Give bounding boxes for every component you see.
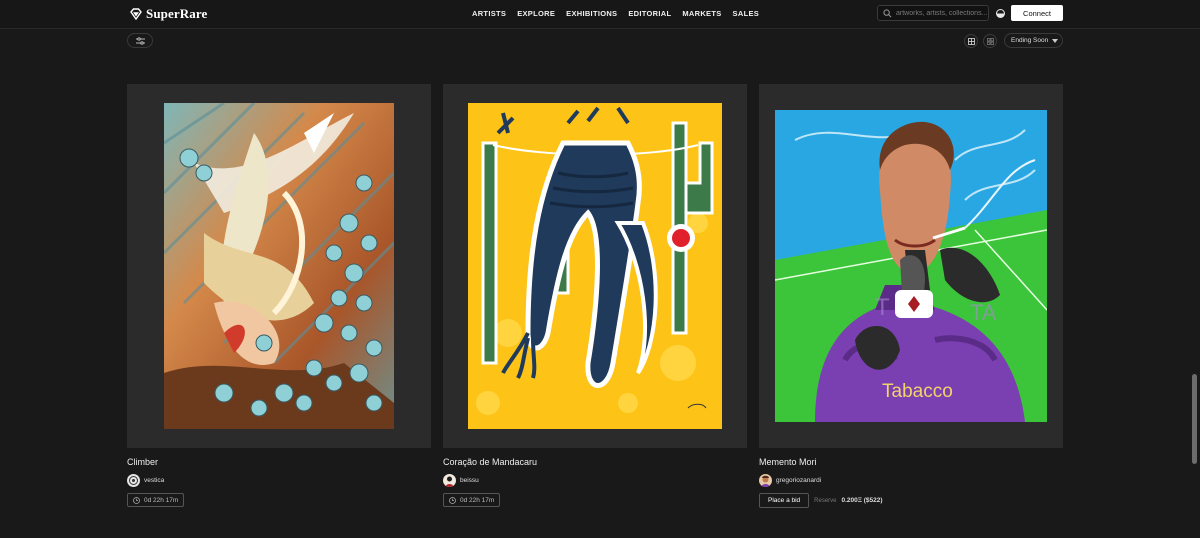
scrollbar-thumb[interactable] <box>1192 374 1197 464</box>
top-navigation-bar: SuperRare ARTISTS EXPLORE EXHIBITIONS ED… <box>0 0 1200 29</box>
art-caption: Tabacco <box>882 381 953 402</box>
masonry-view-button[interactable] <box>983 34 997 48</box>
search-input[interactable] <box>896 9 988 17</box>
artwork-frame[interactable]: T TA Tabacco <box>759 84 1063 448</box>
nav-explore[interactable]: EXPLORE <box>517 9 555 18</box>
main-nav: ARTISTS EXPLORE EXHIBITIONS EDITORIAL MA… <box>472 9 759 18</box>
nav-editorial[interactable]: EDITORIAL <box>628 9 671 18</box>
svg-text:TA: TA <box>970 300 997 325</box>
connect-button[interactable]: Connect <box>1011 5 1063 21</box>
timer-text: 0d 22h 17m <box>144 496 179 504</box>
sort-label: Ending Soon <box>1011 37 1049 44</box>
search-box[interactable] <box>877 5 989 21</box>
reserve-label: Reserve <box>814 497 837 504</box>
memento-mori-illustration: T TA Tabacco <box>775 110 1047 422</box>
nav-markets[interactable]: MARKETS <box>682 9 721 18</box>
nav-exhibitions[interactable]: EXHIBITIONS <box>566 9 617 18</box>
avatar <box>127 474 140 487</box>
artwork-title[interactable]: Memento Mori <box>759 457 1063 467</box>
artwork-image-memento-mori: T TA Tabacco <box>775 110 1047 422</box>
artwork-frame[interactable] <box>443 84 747 448</box>
logo-text: SuperRare <box>146 6 208 21</box>
search-icon <box>883 8 892 17</box>
bid-row: Place a bid Reserve 0.200Ξ ($522) <box>759 493 1063 508</box>
diamond-logo-icon <box>130 8 142 20</box>
artwork-title[interactable]: Climber <box>127 457 431 467</box>
clock-icon <box>133 496 140 504</box>
timer-text: 0d 22h 17m <box>460 496 495 504</box>
avatar <box>443 474 456 487</box>
grid-icon <box>967 37 975 45</box>
auction-timer: 0d 22h 17m <box>127 493 185 507</box>
climber-illustration <box>164 103 394 429</box>
grid-view-button[interactable] <box>964 34 978 48</box>
artist-name: gregoriozanardi <box>776 477 822 484</box>
artwork-image-mandacaru <box>468 103 722 429</box>
artwork-card: Coração de Mandacaru beissu 0d 22h 17m <box>443 84 747 509</box>
nav-artists[interactable]: ARTISTS <box>472 9 506 18</box>
filter-button[interactable] <box>127 33 153 48</box>
sliders-icon <box>135 36 145 45</box>
artist-name: beissu <box>460 477 479 484</box>
artwork-title[interactable]: Coração de Mandacaru <box>443 457 747 467</box>
artwork-frame[interactable] <box>127 84 431 448</box>
nav-sales[interactable]: SALES <box>733 9 760 18</box>
clock-icon <box>449 496 456 504</box>
artist-link[interactable]: vestica <box>127 474 431 487</box>
reserve-value: 0.200Ξ ($522) <box>841 497 883 504</box>
artist-link[interactable]: gregoriozanardi <box>759 474 1063 487</box>
avatar <box>759 474 772 487</box>
dots-grid-icon <box>986 37 994 45</box>
mandacaru-illustration <box>468 103 722 429</box>
artwork-card: Climber vestica 0d 22h 17m <box>127 84 431 509</box>
artwork-image-climber <box>164 103 394 429</box>
sort-dropdown[interactable]: Ending Soon <box>1004 33 1063 48</box>
theme-toggle-icon[interactable] <box>996 9 1005 18</box>
superrare-logo[interactable]: SuperRare <box>130 6 207 22</box>
artwork-card: T TA Tabacco Memento Mori gregoriozanard… <box>759 84 1063 508</box>
caret-down-icon <box>1052 38 1059 43</box>
artist-link[interactable]: beissu <box>443 474 747 487</box>
auction-timer: 0d 22h 17m <box>443 493 501 507</box>
artist-name: vestica <box>144 477 165 484</box>
svg-text:T: T <box>875 294 890 321</box>
place-bid-button[interactable]: Place a bid <box>759 493 810 508</box>
